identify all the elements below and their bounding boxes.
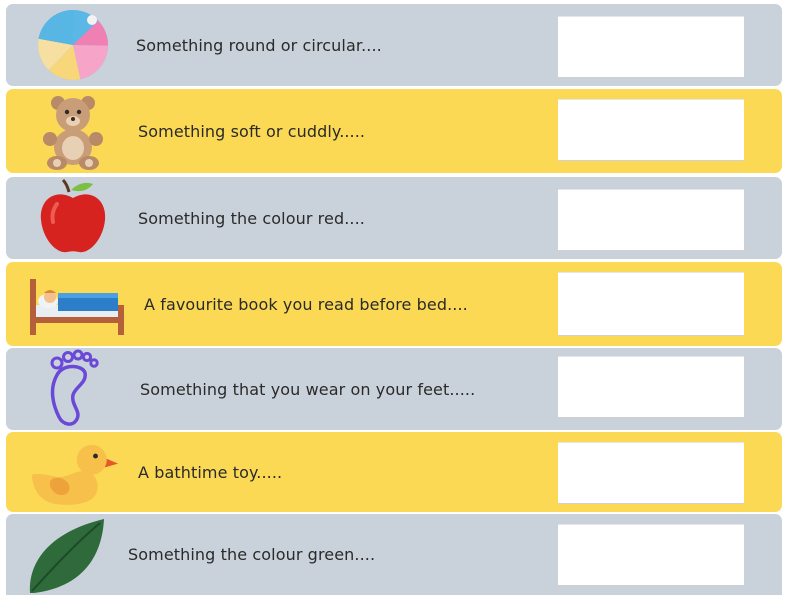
answer-box[interactable] [558, 524, 744, 586]
prompt-label: Something soft or cuddly..... [138, 121, 366, 141]
prompt-label: Something the colour green.... [128, 545, 376, 564]
bed-icon [24, 262, 128, 346]
prompt-row-round: Something round or circular.... [6, 4, 782, 86]
answer-box[interactable] [558, 16, 744, 78]
answer-box[interactable] [558, 356, 744, 418]
answer-box[interactable] [558, 442, 744, 504]
prompt-row-red: Something the colour red.... [6, 177, 782, 259]
answer-box[interactable] [558, 189, 744, 251]
prompt-label: Something round or circular.... [136, 35, 382, 55]
prompt-row-cuddly: Something soft or cuddly..... [6, 89, 782, 173]
prompt-row-bathtime: A bathtime toy..... [6, 432, 782, 512]
beach-ball-icon [28, 4, 118, 86]
answer-box[interactable] [558, 99, 744, 161]
prompt-label: A bathtime toy..... [138, 462, 283, 482]
prompt-row-bedtime-book: A favourite book you read before bed.... [6, 262, 782, 346]
red-apple-icon [28, 177, 118, 259]
prompt-row-feet: Something that you wear on your feet....… [6, 348, 782, 430]
prompt-row-green: Something the colour green.... [6, 514, 782, 595]
prompt-label: Something the colour red.... [138, 208, 365, 228]
prompt-label: Something that you wear on your feet....… [140, 379, 476, 399]
green-leaf-icon [20, 514, 110, 595]
prompt-label: A favourite book you read before bed.... [144, 294, 468, 314]
worksheet-list: Something round or circular.... Somethin… [0, 0, 786, 595]
footprint-icon [28, 348, 118, 430]
teddy-bear-icon [28, 89, 118, 173]
rubber-duck-icon [28, 432, 118, 512]
answer-box[interactable] [558, 272, 744, 336]
